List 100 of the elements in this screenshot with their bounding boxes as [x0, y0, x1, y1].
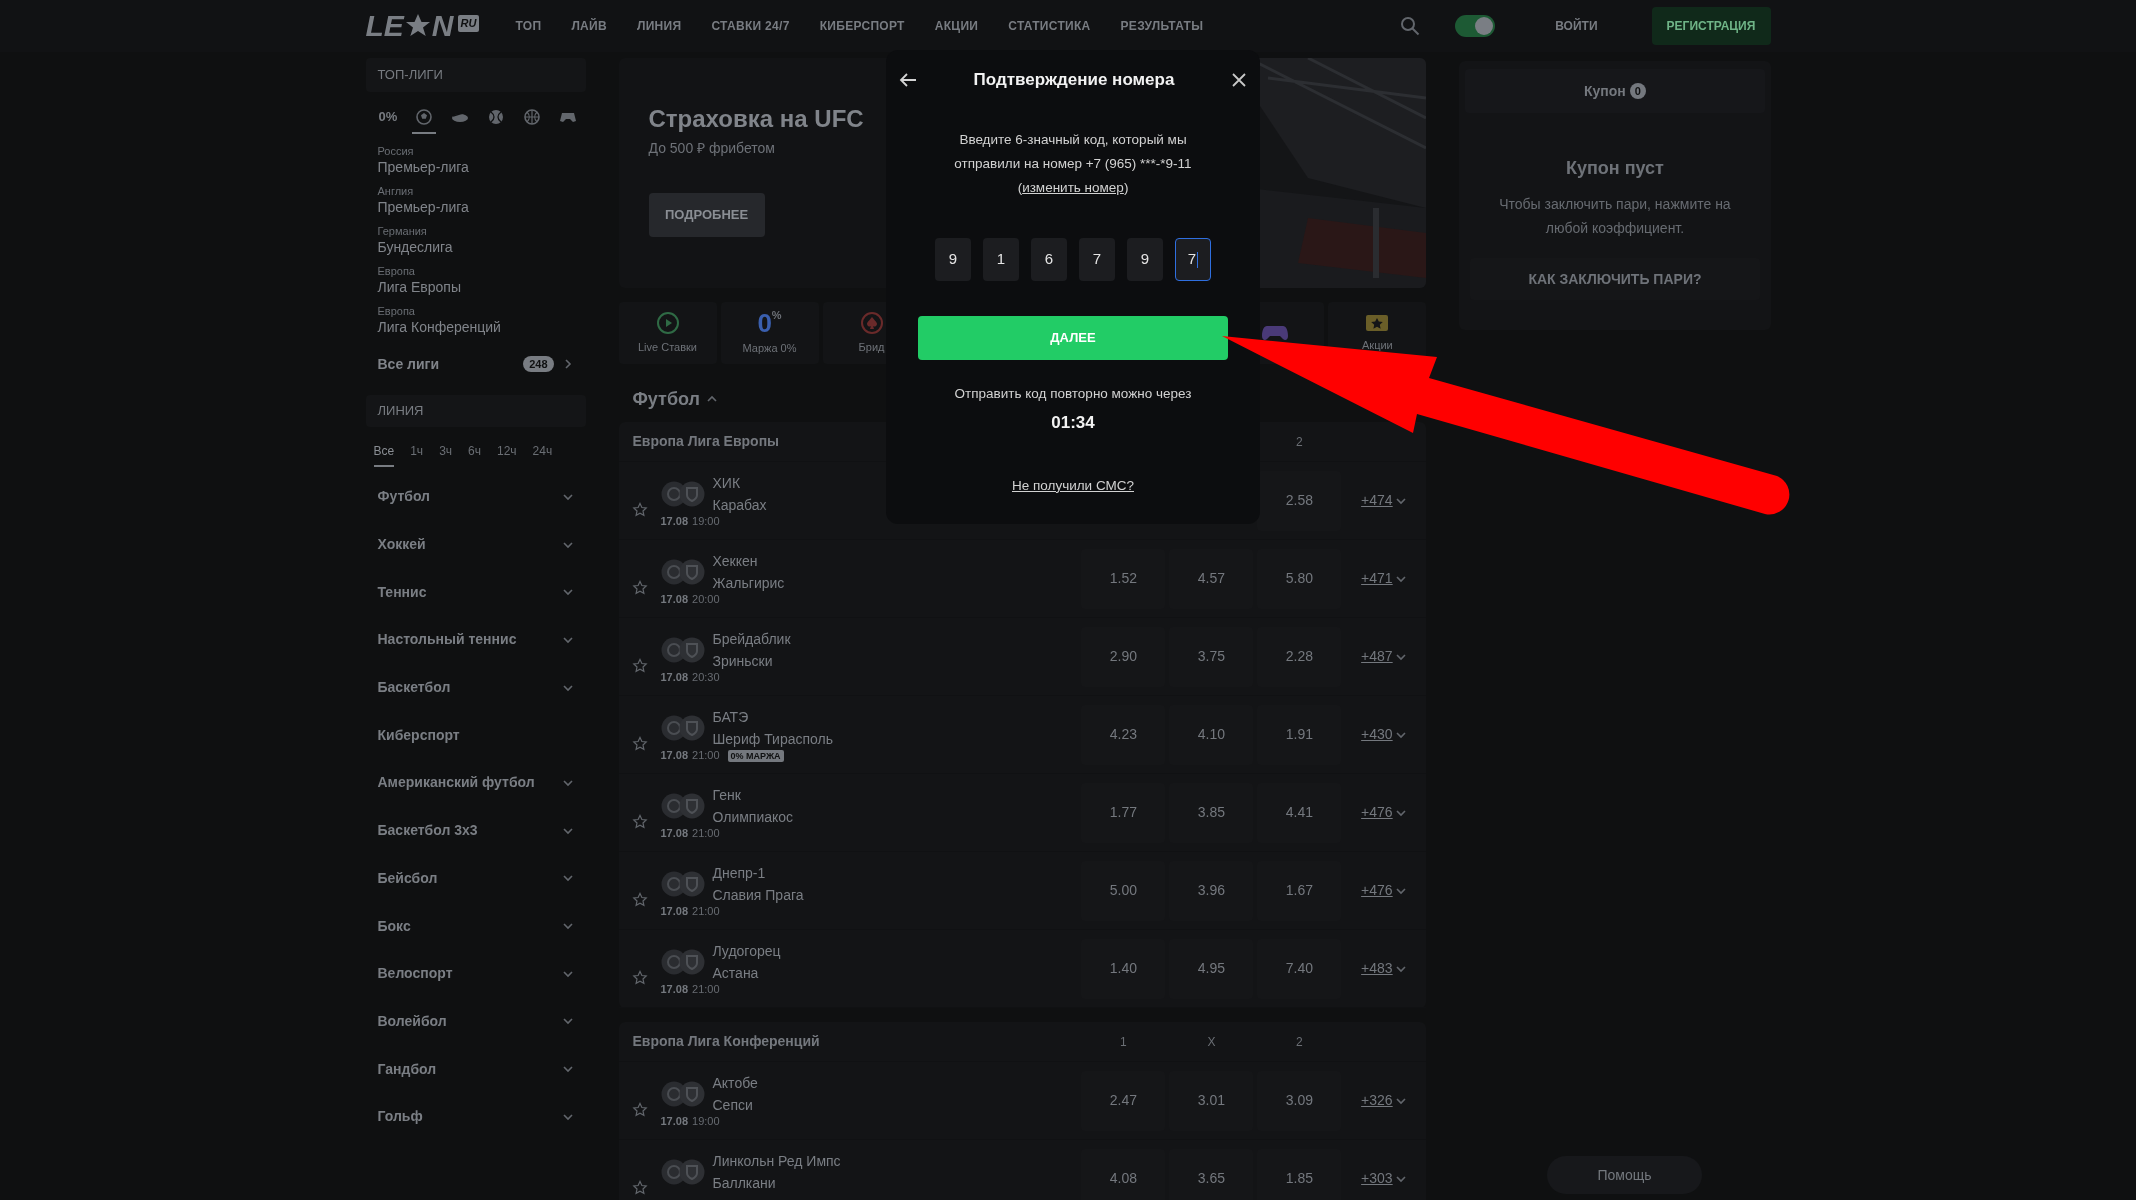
sport-link[interactable]: Теннис [377, 581, 562, 603]
star-icon[interactable] [631, 579, 648, 596]
basketball-icon [523, 108, 542, 126]
team-name: Баллкани [712, 1173, 776, 1193]
sport-link[interactable]: Бейсбол [377, 867, 562, 889]
quick-link-tile[interactable]: Live Ставки [618, 302, 717, 364]
star-icon[interactable] [631, 1101, 648, 1118]
team-name: Днепр-1 [712, 863, 766, 883]
banner-title: Страховка на UFC [648, 104, 864, 134]
time-filter-tab[interactable]: Все [373, 437, 395, 467]
star-icon[interactable] [631, 891, 648, 908]
quick-link-tile[interactable]: 0% Маржа 0% [720, 302, 819, 364]
team-name: Хеккен [712, 551, 758, 571]
change-number-link[interactable]: изменить номер [1022, 176, 1124, 200]
code-digit-field[interactable]: 9 [935, 238, 971, 281]
code-digit-field[interactable]: 1 [983, 238, 1019, 281]
login-link[interactable]: ВОЙТИ [1555, 17, 1598, 35]
sport-link[interactable]: Баскетбол 3х3 [377, 820, 562, 842]
sport-link[interactable]: Гольф [377, 1106, 562, 1128]
code-digit-field[interactable]: 6 [1031, 238, 1067, 281]
resend-text: Отправить код повторно можно через [954, 385, 1192, 403]
match-time: 20:30 [692, 670, 720, 686]
league-country: Англия [377, 184, 414, 198]
section-header: ЛИНИЯ [365, 395, 586, 427]
theme-toggle[interactable] [1455, 15, 1496, 37]
nav-link[interactable]: АКЦИИ [934, 17, 979, 35]
nav-link[interactable]: ТОП [515, 17, 542, 35]
parenthesis-text: ) [1123, 179, 1129, 197]
sport-link[interactable]: Американский футбол [377, 772, 562, 794]
sport-link[interactable]: Настольный теннис [377, 629, 562, 651]
play-icon [655, 310, 680, 335]
more-markets-link[interactable]: +471 [1361, 568, 1393, 589]
nav-link[interactable]: СТАТИСТИКА [1008, 17, 1091, 35]
sport-tab[interactable]: 0% [375, 102, 401, 134]
time-filter-tab[interactable]: 24ч [532, 437, 553, 467]
star-icon[interactable] [631, 813, 648, 830]
sport-link[interactable]: Велоспорт [377, 963, 562, 985]
league-link[interactable]: Премьер-лига [377, 158, 469, 176]
league-link[interactable]: Бундеслига [377, 238, 453, 256]
match-time: 21:00 [692, 982, 720, 998]
time-filter-tab[interactable]: 6ч [468, 437, 481, 467]
sport-link[interactable]: Гандбол [377, 1058, 562, 1080]
crest-icon [678, 948, 705, 975]
league-country: Европа [377, 264, 415, 278]
more-markets-link[interactable]: +474 [1361, 490, 1393, 511]
more-markets-link[interactable]: +326 [1361, 1090, 1393, 1111]
column-header: 1 [1120, 1034, 1127, 1049]
nav-link[interactable]: ЛАЙВ [571, 17, 607, 35]
close-icon[interactable] [1230, 71, 1248, 89]
match-time: 21:00 [692, 826, 720, 842]
team-name: Жальгирис [712, 573, 785, 593]
league-link[interactable]: Лига Европы [377, 278, 461, 296]
time-filter-tab[interactable]: 12ч [497, 437, 517, 467]
star-icon[interactable] [631, 657, 648, 674]
sport-link[interactable]: Бокс [377, 915, 562, 937]
no-sms-link[interactable]: Не получили СМС? [1012, 475, 1134, 496]
crest-icon [678, 558, 705, 585]
time-filter-tab[interactable]: 1ч [410, 437, 424, 467]
parenthesis-text: ( [1017, 179, 1023, 197]
code-digit-field[interactable]: 7 [1175, 238, 1211, 281]
more-markets-link[interactable]: +487 [1361, 646, 1393, 667]
league-link[interactable]: Премьер-лига [377, 198, 469, 216]
nav-link[interactable]: КИБЕРСПОРТ [819, 17, 905, 35]
star-icon[interactable] [631, 969, 648, 986]
league-link[interactable]: Лига Конференций [377, 318, 501, 336]
logo[interactable]: LE N RU [365, 11, 480, 41]
sport-link[interactable]: Киберспорт [377, 724, 574, 746]
code-digit-field[interactable]: 7 [1079, 238, 1115, 281]
nav-link[interactable]: СТАВКИ 24/7 [711, 17, 790, 35]
nav-link[interactable]: РЕЗУЛЬТАТЫ [1120, 17, 1204, 35]
nav-link[interactable]: ЛИНИЯ [636, 17, 682, 35]
sport-link[interactable]: Хоккей [377, 534, 562, 556]
match-date: 17.08 [660, 592, 689, 608]
sport-link[interactable]: Баскетбол [377, 677, 562, 699]
more-markets-link[interactable]: +483 [1361, 958, 1393, 979]
help-button[interactable]: Помощь [1547, 1156, 1702, 1194]
star-icon[interactable] [631, 735, 648, 752]
star-icon[interactable] [631, 501, 648, 518]
more-markets-link[interactable]: +476 [1361, 802, 1393, 823]
star-icon[interactable] [631, 1179, 648, 1196]
more-markets-link[interactable]: +303 [1361, 1168, 1393, 1189]
empty-text: Чтобы заключить пари, нажмите на любой коэффициент. [1498, 195, 1732, 238]
more-button[interactable]: ПОДРОБНЕЕ [648, 193, 765, 237]
spade-icon [859, 310, 884, 335]
sport-link[interactable]: Футбол [377, 486, 562, 508]
crest-icon [678, 1080, 705, 1107]
team-name: Олимпиакос [712, 807, 794, 827]
match-time: 19:00 [692, 1114, 720, 1130]
register-button[interactable]: РЕГИСТРАЦИЯ [1651, 7, 1771, 45]
search-icon[interactable] [1400, 16, 1421, 36]
league-title: Европа Лига Европы [632, 432, 781, 451]
team-name: Зриньски [712, 651, 773, 671]
all-leagues-link[interactable]: Все лиги [377, 353, 524, 375]
time-filter-tab[interactable]: 3ч [439, 437, 453, 467]
more-markets-link[interactable]: +430 [1361, 724, 1393, 745]
code-digit-field[interactable]: 9 [1127, 238, 1163, 281]
sport-link[interactable]: Волейбол [377, 1010, 562, 1032]
count-badge: 0 [1629, 83, 1646, 99]
more-markets-link[interactable]: +476 [1361, 880, 1393, 901]
team-name: БАТЭ [712, 707, 749, 727]
